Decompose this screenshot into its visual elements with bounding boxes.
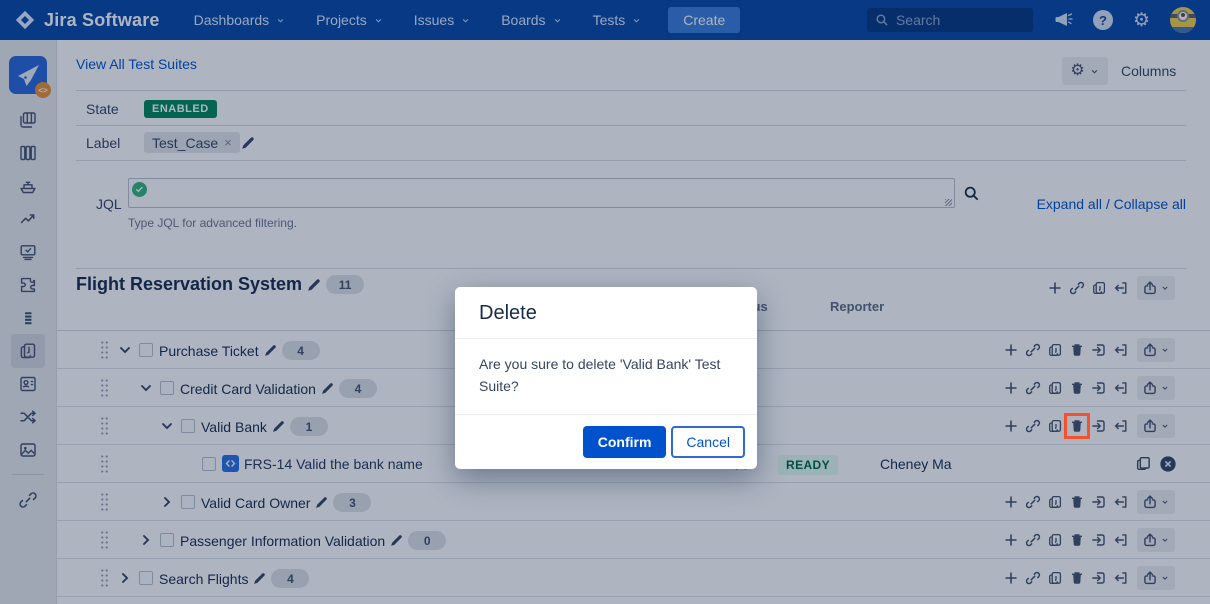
delete-confirmation-dialog: Delete Are you sure to delete 'Valid Ban… xyxy=(455,287,757,469)
cancel-button[interactable]: Cancel xyxy=(671,426,745,458)
dialog-title: Delete xyxy=(455,287,757,339)
dialog-message: Are you sure to delete 'Valid Bank' Test… xyxy=(455,339,757,415)
confirm-button[interactable]: Confirm xyxy=(583,426,667,458)
dialog-footer: Confirm Cancel xyxy=(455,415,757,469)
target-annotation-box xyxy=(1064,413,1090,439)
delete-icon[interactable] xyxy=(1069,418,1085,434)
